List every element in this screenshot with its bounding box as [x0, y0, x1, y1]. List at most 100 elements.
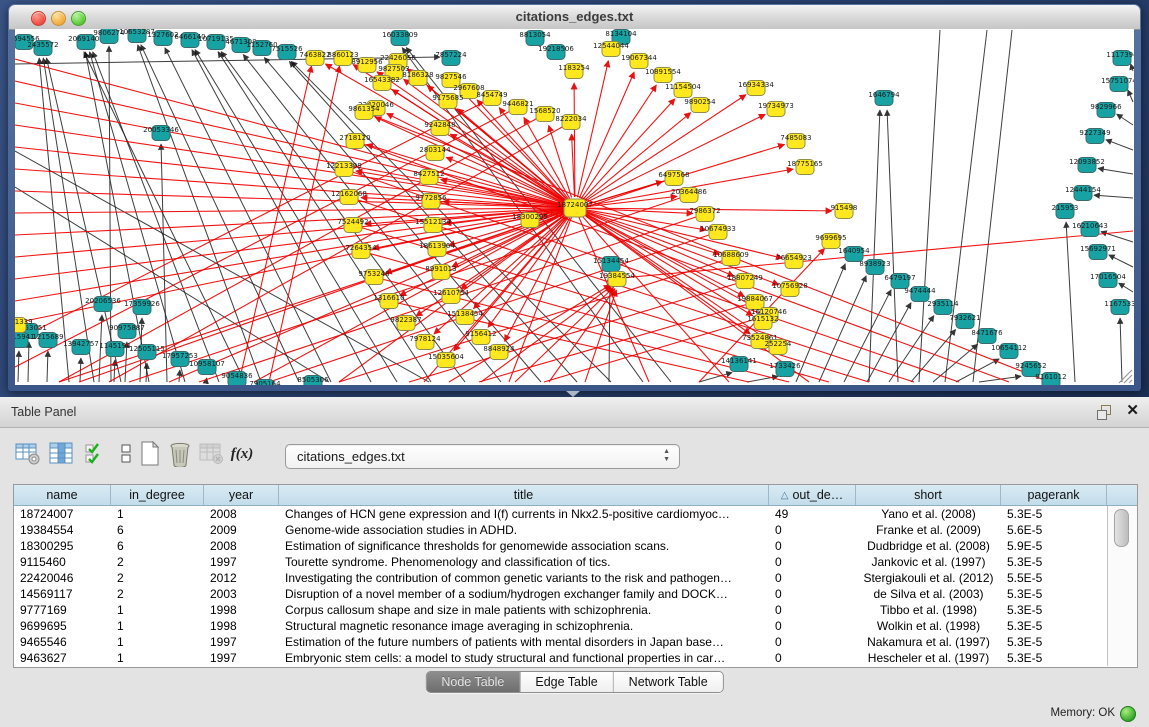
- table-cell[interactable]: Genome-wide association studies in ADHD.: [279, 522, 769, 538]
- column-header-in_degree[interactable]: in_degree: [111, 485, 204, 505]
- table-cell[interactable]: Tourette syndrome. Phenomenology and cla…: [279, 554, 769, 570]
- table-cell[interactable]: 6: [111, 538, 204, 554]
- table-cell[interactable]: 5.9E-5: [1001, 538, 1107, 554]
- table-cell[interactable]: 0: [769, 522, 856, 538]
- table-row[interactable]: 969969511998Structural magnetic resonanc…: [14, 618, 1137, 634]
- close-panel-icon[interactable]: ✕: [1126, 402, 1139, 420]
- column-header-pagerank[interactable]: pagerank: [1001, 485, 1107, 505]
- table-cell[interactable]: 1998: [204, 618, 279, 634]
- column-header-out_de[interactable]: △out_de…: [769, 485, 856, 505]
- table-cell[interactable]: 0: [769, 586, 856, 602]
- table-cell[interactable]: 2009: [204, 522, 279, 538]
- table-cell[interactable]: 5.3E-5: [1001, 506, 1107, 522]
- show-columns-icon[interactable]: [48, 440, 76, 468]
- tab-network-table[interactable]: Network Table: [613, 672, 723, 692]
- table-cell[interactable]: Structural magnetic resonance image aver…: [279, 618, 769, 634]
- table-cell[interactable]: 0: [769, 634, 856, 650]
- table-cell[interactable]: Yano et al. (2008): [856, 506, 1001, 522]
- table-cell[interactable]: 5.6E-5: [1001, 522, 1107, 538]
- table-cell[interactable]: 9777169: [14, 602, 111, 618]
- table-selector-dropdown[interactable]: citations_edges.txt ▲▼: [285, 444, 680, 469]
- column-header-short[interactable]: short: [856, 485, 1001, 505]
- table-cell[interactable]: 1997: [204, 634, 279, 650]
- table-mode-icon[interactable]: [14, 440, 42, 468]
- table-cell[interactable]: 9115460: [14, 554, 111, 570]
- table-cell[interactable]: 2: [111, 554, 204, 570]
- table-cell[interactable]: 1: [111, 650, 204, 666]
- table-cell[interactable]: 5.3E-5: [1001, 618, 1107, 634]
- table-row[interactable]: 946554611997Estimation of the future num…: [14, 634, 1137, 650]
- table-cell[interactable]: 2: [111, 586, 204, 602]
- table-cell[interactable]: 1: [111, 506, 204, 522]
- table-cell[interactable]: Disruption of a novel member of a sodium…: [279, 586, 769, 602]
- table-cell[interactable]: 5.3E-5: [1001, 586, 1107, 602]
- column-header-year[interactable]: year: [204, 485, 279, 505]
- table-cell[interactable]: 2008: [204, 506, 279, 522]
- table-cell[interactable]: Hescheler et al. (1997): [856, 650, 1001, 666]
- table-cell[interactable]: 5.3E-5: [1001, 650, 1107, 666]
- table-cell[interactable]: Stergiakouli et al. (2012): [856, 570, 1001, 586]
- scrollbar-thumb[interactable]: [1114, 509, 1129, 547]
- table-cell[interactable]: 1998: [204, 602, 279, 618]
- table-cell[interactable]: 2: [111, 570, 204, 586]
- delete-table-icon[interactable]: [198, 440, 226, 468]
- table-cell[interactable]: 5.3E-5: [1001, 634, 1107, 650]
- table-cell[interactable]: 2012: [204, 570, 279, 586]
- table-row[interactable]: 911546021997Tourette syndrome. Phenomeno…: [14, 554, 1137, 570]
- table-row[interactable]: 1938455462009Genome-wide association stu…: [14, 522, 1137, 538]
- float-panel-icon[interactable]: [1097, 405, 1111, 419]
- table-cell[interactable]: Dudbridge et al. (2008): [856, 538, 1001, 554]
- table-cell[interactable]: 9465546: [14, 634, 111, 650]
- table-cell[interactable]: 18724007: [14, 506, 111, 522]
- table-row[interactable]: 946362711997Embryonic stem cells: a mode…: [14, 650, 1137, 666]
- network-canvas[interactable]: 1694556243557220691406980627410653287132…: [15, 29, 1134, 385]
- table-cell[interactable]: 1: [111, 602, 204, 618]
- table-cell[interactable]: Estimation of the future numbers of pati…: [279, 634, 769, 650]
- resize-grip-icon[interactable]: [1119, 370, 1132, 383]
- table-cell[interactable]: Estimation of significance thresholds fo…: [279, 538, 769, 554]
- table-cell[interactable]: Franke et al. (2009): [856, 522, 1001, 538]
- table-cell[interactable]: 1: [111, 634, 204, 650]
- tab-node-table[interactable]: Node Table: [426, 672, 519, 692]
- table-cell[interactable]: Jankovic et al. (1997): [856, 554, 1001, 570]
- table-cell[interactable]: 5.5E-5: [1001, 570, 1107, 586]
- table-cell[interactable]: 18300295: [14, 538, 111, 554]
- table-cell[interactable]: 0: [769, 650, 856, 666]
- table-cell[interactable]: 9463627: [14, 650, 111, 666]
- table-row[interactable]: 1456911722003Disruption of a novel membe…: [14, 586, 1137, 602]
- table-cell[interactable]: 14569117: [14, 586, 111, 602]
- table-cell[interactable]: 19384554: [14, 522, 111, 538]
- table-cell[interactable]: Corpus callosum shape and size in male p…: [279, 602, 769, 618]
- table-cell[interactable]: 2008: [204, 538, 279, 554]
- column-header-name[interactable]: name: [14, 485, 111, 505]
- table-cell[interactable]: 22420046: [14, 570, 111, 586]
- table-cell[interactable]: 6: [111, 522, 204, 538]
- table-cell[interactable]: Wolkin et al. (1998): [856, 618, 1001, 634]
- table-cell[interactable]: 5.3E-5: [1001, 602, 1107, 618]
- column-header-title[interactable]: title: [279, 485, 769, 505]
- table-cell[interactable]: 0: [769, 618, 856, 634]
- table-cell[interactable]: Embryonic stem cells: a model to study s…: [279, 650, 769, 666]
- table-cell[interactable]: 49: [769, 506, 856, 522]
- table-row[interactable]: 2242004622012Investigating the contribut…: [14, 570, 1137, 586]
- table-row[interactable]: 1830029562008Estimation of significance …: [14, 538, 1137, 554]
- table-cell[interactable]: de Silva et al. (2003): [856, 586, 1001, 602]
- table-cell[interactable]: 5.3E-5: [1001, 554, 1107, 570]
- table-cell[interactable]: 0: [769, 602, 856, 618]
- network-window[interactable]: citations_edges.txt 16945562435572206914…: [8, 4, 1141, 391]
- delete-column-icon[interactable]: [166, 440, 194, 468]
- network-window-titlebar[interactable]: citations_edges.txt: [9, 5, 1140, 30]
- table-cell[interactable]: Changes of HCN gene expression and I(f) …: [279, 506, 769, 522]
- table-cell[interactable]: 1997: [204, 554, 279, 570]
- tab-edge-table[interactable]: Edge Table: [519, 672, 612, 692]
- table-cell[interactable]: 0: [769, 538, 856, 554]
- table-cell[interactable]: Nakamura et al. (1997): [856, 634, 1001, 650]
- function-builder-icon[interactable]: f(x): [228, 440, 256, 468]
- select-rows-icon[interactable]: [82, 440, 110, 468]
- table-cell[interactable]: 0: [769, 570, 856, 586]
- table-row[interactable]: 1872400712008Changes of HCN gene express…: [14, 506, 1137, 522]
- table-cell[interactable]: Tibbo et al. (1998): [856, 602, 1001, 618]
- table-cell[interactable]: 0: [769, 554, 856, 570]
- table-cell[interactable]: 1: [111, 618, 204, 634]
- create-column-icon[interactable]: [136, 440, 164, 468]
